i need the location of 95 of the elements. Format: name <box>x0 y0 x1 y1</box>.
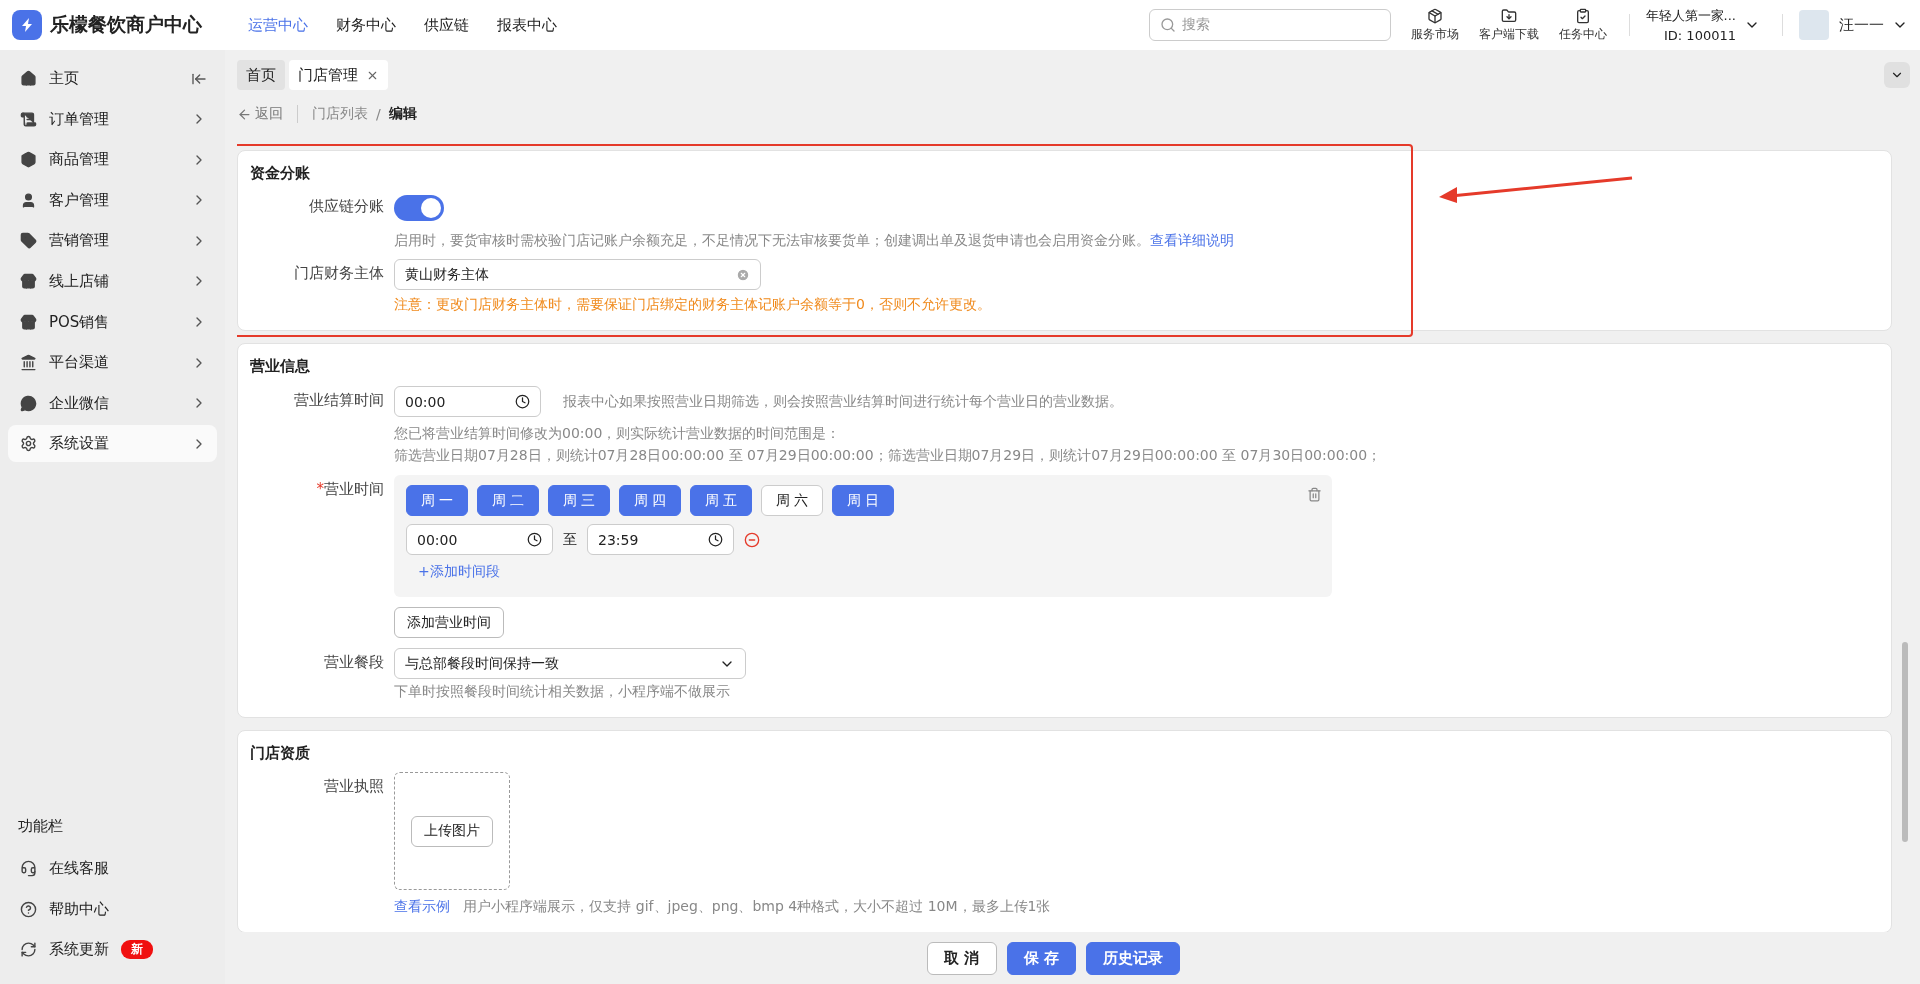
tool-icon <box>1426 7 1443 24</box>
weekday-toggle[interactable]: 周 六 <box>761 485 823 516</box>
weekday-toggle[interactable]: 周 二 <box>477 485 539 516</box>
toggle-switch[interactable] <box>394 195 444 221</box>
tab-menu-button[interactable] <box>1884 62 1910 88</box>
logo-icon <box>12 10 42 40</box>
sidebar-item[interactable]: 帮助中心 <box>8 890 217 928</box>
top-nav-item[interactable]: 供应链 <box>424 15 469 35</box>
time-field[interactable]: 23:59 <box>587 524 734 555</box>
clock-icon <box>708 532 723 547</box>
field-label: 门店财务主体 <box>293 263 384 283</box>
help-text: 下单时按照餐段时间统计相关数据，小程序端不做展示 <box>394 682 731 701</box>
top-nav-item[interactable]: 财务中心 <box>336 15 396 35</box>
top-nav-item[interactable]: 报表中心 <box>497 15 557 35</box>
help-text: 查看示例 用户小程序端展示，仅支持 gif、jpeg、png、bmp 4种格式，大小不超过 10M，最多上传1张 <box>394 897 1051 916</box>
weekday-toggle[interactable]: 周 四 <box>619 485 681 516</box>
menu-icon <box>20 435 37 453</box>
breadcrumb-item: 编辑 <box>388 105 417 123</box>
sidebar-item[interactable]: 线上店铺 <box>8 262 217 300</box>
card-title: 门店资质 <box>250 744 311 763</box>
sidebar-item[interactable]: 企业微信 <box>8 384 217 422</box>
sidebar-item[interactable]: 平台渠道 <box>8 344 217 382</box>
sidebar-item[interactable]: 营销管理 <box>8 222 217 260</box>
field-label: *营业时间 <box>315 479 384 499</box>
menu-icon <box>20 232 37 250</box>
delete-icon[interactable] <box>1307 487 1322 502</box>
menu-icon <box>20 394 37 412</box>
toolbar-button[interactable]: 任务中心 <box>1558 7 1607 43</box>
menu-icon <box>20 151 37 169</box>
add-hours-button[interactable]: 添加营业时间 <box>394 607 504 638</box>
account-switcher[interactable]: 年轻人第一家... ID: 100011 <box>1645 7 1736 43</box>
toolbar-button[interactable]: 客户端下载 <box>1478 7 1539 43</box>
upload-area[interactable]: 上传图片 <box>394 772 510 890</box>
field-label: 供应链分账 <box>308 196 384 216</box>
user-name[interactable]: 汪一一 <box>1839 15 1884 35</box>
breadcrumb-separator: / <box>376 106 381 122</box>
avatar-image <box>1799 10 1829 40</box>
weekday-toggle[interactable]: 周 日 <box>832 485 894 516</box>
help-text: 启用时，要货审核时需校验门店记账户余额充足，不足情况下无法审核要货单；创建调出单及退货申请也会启用资金分账。查看详细说明 <box>394 231 1234 250</box>
details-link[interactable]: 查看详细说明 <box>1150 232 1234 248</box>
menu-icon <box>20 860 37 878</box>
clock-icon <box>527 532 542 547</box>
section-title: 功能栏 <box>17 817 64 837</box>
card-title: 营业信息 <box>250 357 311 376</box>
footer-button[interactable]: 历史记录 <box>1085 941 1180 975</box>
add-slot-link[interactable]: +添加时间段 <box>406 563 1320 581</box>
card-title: 资金分账 <box>250 164 311 183</box>
clock-icon <box>515 394 530 409</box>
menu-icon <box>20 272 37 290</box>
back-link[interactable]: 返回 <box>237 105 298 123</box>
sidebar-item[interactable]: 商品管理 <box>8 141 217 179</box>
field-label: 营业结算时间 <box>293 390 384 410</box>
tool-icon <box>1574 7 1591 24</box>
menu-icon <box>20 941 37 959</box>
menu-icon <box>20 313 37 331</box>
menu-icon <box>20 70 37 87</box>
sidebar-item[interactable]: 在线客服 <box>8 850 217 888</box>
toolbar-button[interactable]: 服务市场 <box>1410 7 1459 43</box>
time-field[interactable]: 00:00 <box>394 386 541 417</box>
sidebar-item[interactable]: POS销售 <box>8 303 217 341</box>
footer-button[interactable]: 保 存 <box>1006 941 1076 975</box>
page-tab[interactable]: 首页 <box>237 60 285 90</box>
tool-icon <box>1500 7 1517 24</box>
sidebar-item[interactable]: 主页 <box>8 60 217 97</box>
remove-icon[interactable] <box>744 531 760 548</box>
upload-button[interactable]: 上传图片 <box>411 815 493 847</box>
field-label: 营业执照 <box>323 776 384 796</box>
sidebar-item[interactable]: 客户管理 <box>8 181 217 219</box>
menu-icon <box>20 110 37 128</box>
help-text: 筛选营业日期07月28日，则统计07月28日00:00:00 至 07月29日00:00:00；筛选营业日期07月29日，则统计07月29日00:00:00 至 07月30日00:00:00； <box>394 446 1382 465</box>
weekday-toggle[interactable]: 周 三 <box>548 485 610 516</box>
sidebar-item[interactable]: 订单管理 <box>8 100 217 138</box>
top-nav-item[interactable]: 运营中心 <box>248 15 308 35</box>
time-field[interactable]: 00:00 <box>406 524 553 555</box>
search-icon <box>1159 17 1176 33</box>
new-badge: 新 <box>121 940 153 960</box>
menu-icon <box>20 354 37 372</box>
clear-icon[interactable] <box>736 267 750 282</box>
app-name: 乐檬餐饮商户中心 <box>50 12 202 37</box>
meal-select[interactable]: 与总部餐段时间保持一致 <box>394 648 746 679</box>
range-separator: 至 <box>563 530 577 549</box>
help-text: 报表中心如果按照营业日期筛选，则会按照营业结算时间进行统计每个营业日的营业数据。 <box>563 392 1123 411</box>
sidebar-item[interactable]: 系统更新 新 <box>8 931 217 969</box>
help-text: 您已将营业结算时间修改为00:00，则实际统计营业数据的时间范围是： <box>394 424 842 443</box>
entity-field[interactable]: 黄山财务主体 <box>394 259 761 290</box>
menu-icon <box>20 191 37 209</box>
weekday-toggle[interactable]: 周 五 <box>690 485 752 516</box>
page-tab[interactable]: 门店管理 <box>289 60 388 90</box>
footer-button[interactable]: 取 消 <box>927 941 997 975</box>
field-label: 营业餐段 <box>323 652 384 672</box>
sidebar-item[interactable]: 系统设置 <box>8 425 217 463</box>
menu-icon <box>20 900 37 918</box>
example-link[interactable]: 查看示例 <box>394 898 450 914</box>
warning-text: 注意：更改门店财务主体时，需要保证门店绑定的财务主体记账户余额等于0，否则不允许更改。 <box>394 296 991 314</box>
weekday-toggle[interactable]: 周 一 <box>406 485 468 516</box>
